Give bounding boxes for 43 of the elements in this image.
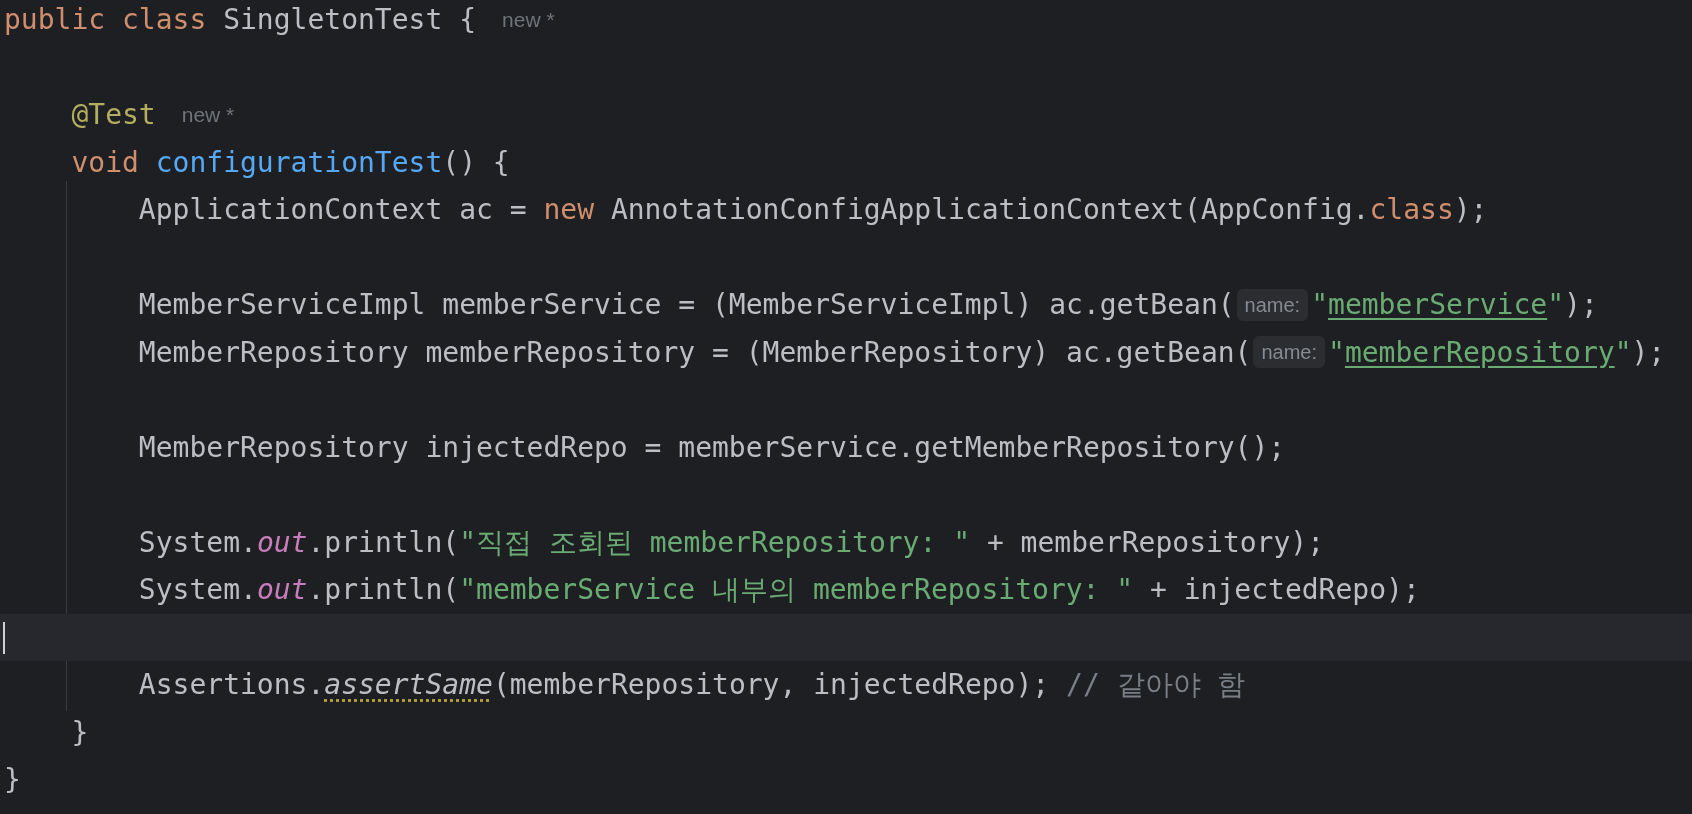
code-text: System. [137,572,257,608]
author-hint: new * [502,7,555,33]
string-literal: " [1614,334,1632,371]
string-literal: " [1311,287,1329,323]
code-text: SingletonTest { [223,2,477,38]
string-literal: " [1328,334,1345,371]
text-caret [3,621,5,654]
code-text: ApplicationContext ac = [137,192,528,228]
code-text: + injectedRepo); [1149,572,1420,608]
author-hint: new * [181,102,235,128]
code-text: MemberRepository memberRepository = (MemberRepository) ac.getBean( [137,334,1252,371]
code-text: AnnotationConfigApplicationContext(AppConfig. [610,192,1370,228]
keyword-text: public class [4,2,208,38]
method-name: configurationTest [155,144,443,181]
string-literal: " [1547,287,1565,323]
static-field: out [256,518,308,566]
code-text: ); [1564,287,1598,323]
code-comment: // 같아야 함 [1066,667,1246,703]
annotation-text: @Test [70,97,156,133]
code-text: () { [442,144,510,181]
code-text: ); [1453,192,1488,228]
code-text: .println( [307,572,460,608]
string-link[interactable]: memberRepository [1344,328,1615,376]
code-text: + memberRepository); [985,524,1325,561]
string-literal: "직접 조회된 memberRepository: " [459,524,971,561]
keyword-text: class [1369,192,1454,228]
keyword-text: new [543,192,595,228]
keyword-text: void [70,144,140,181]
code-text: MemberServiceImpl memberService = (MemberServiceImpl) ac.getBean( [137,287,1235,323]
code-text: ); [1631,334,1666,371]
string-link[interactable]: memberService [1328,281,1548,329]
code-text: MemberRepository injectedRepo = memberService.getMemberRepository(); [137,429,1286,466]
code-text: } [4,762,21,798]
code-text: .println( [307,524,460,561]
code-text: (memberRepository, injectedRepo); [492,667,1051,703]
method-call: assertSame [324,667,493,703]
string-literal: "memberService 내부의 memberRepository: " [459,572,1134,608]
code-text: System. [137,524,257,561]
code-text: } [70,714,89,751]
parameter-hint: name: [1253,336,1326,369]
parameter-hint: name: [1236,288,1309,321]
code-text: Assertions. [137,667,325,703]
static-field: out [256,566,308,614]
